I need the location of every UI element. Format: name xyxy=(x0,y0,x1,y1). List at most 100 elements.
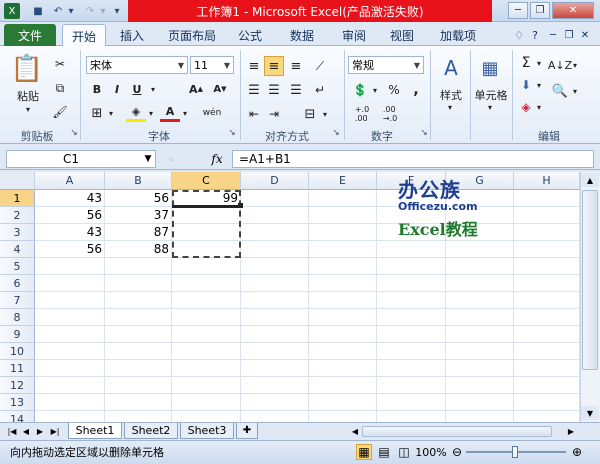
font-size-combo[interactable]: 11 ▼ xyxy=(190,56,234,74)
row-header[interactable]: 5 xyxy=(0,258,35,275)
column-header[interactable]: A xyxy=(35,172,105,190)
cell-a3[interactable]: 43 xyxy=(35,224,105,241)
paste-button[interactable]: 粘贴 xyxy=(10,88,46,104)
increase-decimal-icon[interactable]: +.0.00 xyxy=(350,104,374,124)
fill-icon[interactable]: ⬇ xyxy=(518,76,534,94)
row-header[interactable]: 4 xyxy=(0,241,35,258)
cell-b2[interactable]: 37 xyxy=(105,207,172,224)
align-left-icon[interactable]: ☰ xyxy=(244,80,264,100)
minimize-button[interactable]: ─ xyxy=(508,2,528,19)
row-header[interactable]: 13 xyxy=(0,394,35,411)
number-format-combo[interactable]: 常规 ▼ xyxy=(348,56,424,74)
cells-dropdown-icon[interactable]: ▾ xyxy=(484,102,496,112)
tab-home[interactable]: 开始 xyxy=(62,24,106,47)
page-break-view-icon[interactable]: ◫ xyxy=(396,444,412,460)
accounting-format-icon[interactable]: 💲 xyxy=(350,80,370,100)
insert-sheet-icon[interactable]: ✚ xyxy=(236,423,258,439)
tab-page-layout[interactable]: 页面布局 xyxy=(160,24,224,46)
merge-cells-icon[interactable]: ⊟ xyxy=(300,104,320,124)
cut-icon[interactable]: ✂ xyxy=(52,56,68,72)
tab-insert[interactable]: 插入 xyxy=(112,24,152,46)
zoom-level[interactable]: 100% xyxy=(414,444,448,460)
paste-icon[interactable]: 📋 xyxy=(11,52,43,86)
expand-namebox-icon[interactable]: ◦ xyxy=(164,154,178,166)
column-header[interactable]: C xyxy=(172,172,241,190)
tab-data[interactable]: 数据 xyxy=(282,24,322,46)
worksheet-grid[interactable]: A B C D E F G H 1 2 3 4 5 6 7 8 9 10 11 12 13 14 43 5… xyxy=(0,172,580,422)
borders-dropdown-icon[interactable]: ▾ xyxy=(106,104,116,122)
selection-range[interactable] xyxy=(172,190,241,258)
doc-restore-icon[interactable]: ❐ xyxy=(562,24,576,46)
row-header[interactable]: 8 xyxy=(0,309,35,326)
ribbon-help-icon[interactable]: ♢ xyxy=(512,24,526,46)
cell-b1[interactable]: 56 xyxy=(105,190,172,207)
tab-view[interactable]: 视图 xyxy=(382,24,422,46)
align-center-icon[interactable]: ☰ xyxy=(264,80,284,100)
cell-a2[interactable]: 56 xyxy=(35,207,105,224)
underline-button[interactable]: U xyxy=(128,80,146,98)
tab-addins[interactable]: 加载项 xyxy=(432,24,484,46)
row-header[interactable]: 10 xyxy=(0,343,35,360)
percent-style-icon[interactable]: % xyxy=(384,80,404,100)
increase-indent-icon[interactable]: ⇥ xyxy=(264,104,284,124)
align-bottom-icon[interactable]: ≡ xyxy=(286,56,306,76)
column-header[interactable]: H xyxy=(514,172,580,190)
find-dropdown-icon[interactable]: ▾ xyxy=(570,80,580,102)
name-box-dropdown-icon[interactable]: ▼ xyxy=(142,152,154,166)
autosum-icon[interactable]: Σ xyxy=(518,54,534,72)
formula-input[interactable]: =A1+B1 xyxy=(232,150,594,168)
fill-color-dropdown-icon[interactable]: ▾ xyxy=(146,104,156,122)
restore-button[interactable]: ❐ xyxy=(530,2,550,19)
column-header[interactable]: B xyxy=(105,172,172,190)
horizontal-scroll-thumb[interactable] xyxy=(362,426,552,437)
cell-b4[interactable]: 88 xyxy=(105,241,172,258)
row-header[interactable]: 9 xyxy=(0,326,35,343)
font-name-combo[interactable]: 宋体 ▼ xyxy=(86,56,188,74)
first-sheet-icon[interactable]: |◀ xyxy=(6,424,18,438)
normal-view-icon[interactable]: ▦ xyxy=(356,444,372,460)
alignment-launcher-icon[interactable]: ↘ xyxy=(330,128,342,142)
cells-icon[interactable]: ▦ xyxy=(478,54,502,82)
undo-icon[interactable]: ↶ xyxy=(50,3,66,19)
name-box[interactable]: C1 xyxy=(6,150,156,168)
select-all-button[interactable] xyxy=(0,172,35,190)
font-color-dropdown-icon[interactable]: ▾ xyxy=(180,104,190,122)
accounting-dropdown-icon[interactable]: ▾ xyxy=(370,80,380,100)
row-header[interactable]: 12 xyxy=(0,377,35,394)
fill-dropdown-icon[interactable]: ▾ xyxy=(534,76,544,94)
row-header[interactable]: 7 xyxy=(0,292,35,309)
row-header[interactable]: 1 xyxy=(0,190,35,207)
close-button[interactable]: ✕ xyxy=(552,2,594,19)
save-icon[interactable]: ■ xyxy=(30,3,46,19)
fill-handle[interactable] xyxy=(238,203,243,208)
format-painter-icon[interactable]: 🖌 xyxy=(52,104,68,120)
row-header[interactable]: 6 xyxy=(0,275,35,292)
font-launcher-icon[interactable]: ↘ xyxy=(226,128,238,142)
clipboard-launcher-icon[interactable]: ↘ xyxy=(68,128,80,142)
sheet-tab-2[interactable]: Sheet2 xyxy=(124,423,178,439)
wrap-text-icon[interactable]: ↵ xyxy=(310,80,330,100)
customize-qat-icon[interactable]: ▾ xyxy=(112,3,122,19)
align-middle-icon[interactable]: ≡ xyxy=(264,56,284,76)
styles-button[interactable]: 样式 xyxy=(434,88,468,102)
sort-dropdown-icon[interactable]: ▾ xyxy=(570,54,580,76)
decrease-indent-icon[interactable]: ⇤ xyxy=(244,104,264,124)
row-header[interactable]: 14 xyxy=(0,411,35,422)
redo-icon[interactable]: ↷ xyxy=(82,3,98,19)
undo-dropdown-icon[interactable]: ▾ xyxy=(66,3,76,19)
orientation-icon[interactable]: ⟋ xyxy=(310,56,330,76)
fill-color-icon[interactable]: ◈ xyxy=(126,104,146,122)
zoom-in-icon[interactable]: ⊕ xyxy=(570,444,584,460)
decrease-decimal-icon[interactable]: .00 →.0 xyxy=(378,104,402,124)
styles-dropdown-icon[interactable]: ▾ xyxy=(444,102,456,112)
paste-dropdown-icon[interactable]: ▾ xyxy=(22,104,34,114)
cells-button[interactable]: 单元格 xyxy=(472,88,510,102)
clear-dropdown-icon[interactable]: ▾ xyxy=(534,98,544,116)
doc-close-icon[interactable]: ✕ xyxy=(578,24,592,46)
autosum-dropdown-icon[interactable]: ▾ xyxy=(534,54,544,72)
prev-sheet-icon[interactable]: ◀ xyxy=(20,424,32,438)
hscroll-right-icon[interactable]: ▶ xyxy=(566,425,576,438)
insert-function-button[interactable]: fx xyxy=(206,150,228,168)
next-sheet-icon[interactable]: ▶ xyxy=(34,424,46,438)
scroll-up-icon[interactable]: ▲ xyxy=(581,173,599,187)
